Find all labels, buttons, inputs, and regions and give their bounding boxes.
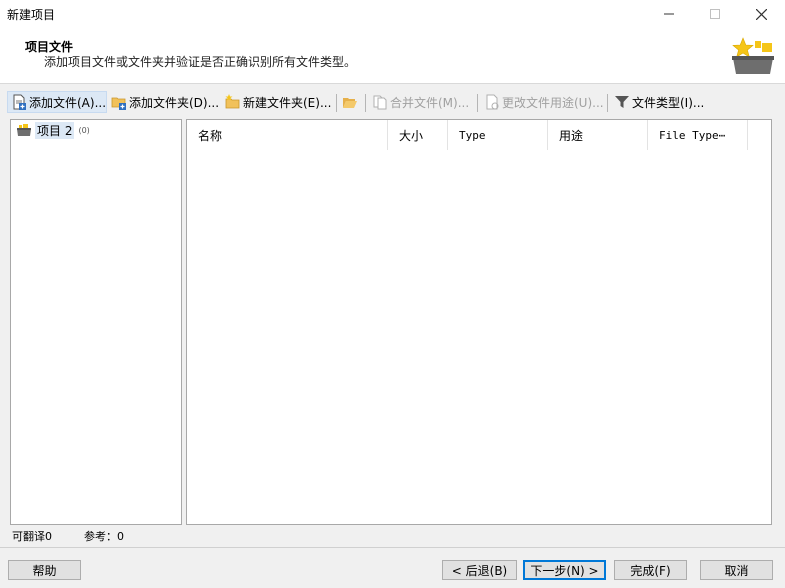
cancel-button[interactable]: 取消: [700, 560, 773, 580]
finish-button[interactable]: 完成(F): [614, 560, 687, 580]
file-types-button[interactable]: 文件类型(I)...: [614, 91, 704, 113]
new-folder-label: 新建文件夹(E)...: [243, 95, 332, 110]
change-usage-icon: [486, 94, 499, 110]
open-folder-button[interactable]: [342, 91, 360, 113]
merge-files-label: 合并文件(M)...: [390, 95, 470, 110]
help-button[interactable]: 帮助: [8, 560, 81, 580]
project-file-count: (0): [78, 125, 90, 135]
add-folder-label: 添加文件夹(D)...: [129, 95, 220, 110]
add-folder-icon: [111, 97, 126, 110]
column-header-size[interactable]: 大小: [388, 120, 448, 150]
new-folder-button[interactable]: 新建文件夹(E)...: [225, 91, 331, 113]
minimize-button[interactable]: [646, 0, 692, 28]
add-file-label: 添加文件(A)...: [29, 95, 107, 110]
minimize-icon: [664, 13, 674, 15]
project-tree[interactable]: 项目 2 (0): [10, 119, 182, 525]
new-folder-icon: [225, 94, 240, 109]
toolbar-separator: [365, 94, 366, 112]
toolbar-separator: [607, 94, 608, 112]
close-icon: [755, 8, 767, 20]
add-file-button[interactable]: 添加文件(A)...: [7, 91, 107, 113]
add-folder-button[interactable]: 添加文件夹(D)...: [111, 91, 219, 113]
change-usage-label: 更改文件用途(U)...: [502, 95, 604, 110]
column-header-usage[interactable]: 用途: [548, 120, 648, 150]
maximize-button[interactable]: [692, 0, 738, 28]
translatable-count: 可翻译0: [12, 530, 52, 543]
project-box-icon: [17, 124, 31, 136]
close-button[interactable]: [738, 0, 784, 28]
footer-divider: [0, 547, 785, 548]
file-list[interactable]: 名称 大小 Type 用途 File Type⋯: [186, 119, 772, 525]
page-description: 添加项目文件或文件夹并验证是否正确识别所有文件类型。: [44, 55, 357, 69]
change-usage-button[interactable]: 更改文件用途(U)...: [484, 91, 604, 113]
back-button[interactable]: < 后退(B): [442, 560, 517, 580]
wizard-header: 项目文件 添加项目文件或文件夹并验证是否正确识别所有文件类型。: [0, 28, 785, 84]
reference-count: 参考：0: [84, 530, 124, 543]
title-bar: 新建项目: [0, 0, 785, 28]
star-box-icon: [732, 37, 774, 74]
merge-files-icon: [373, 95, 387, 110]
next-button[interactable]: 下一步(N) >: [523, 560, 606, 580]
column-header-name[interactable]: 名称: [187, 120, 388, 150]
file-types-label: 文件类型(I)...: [632, 95, 705, 110]
merge-files-button[interactable]: 合并文件(M)...: [372, 91, 469, 113]
column-header-type[interactable]: Type: [448, 120, 548, 150]
toolbar: 添加文件(A)... 添加文件夹(D)... 新建文件夹(E)... 合并文件(…: [0, 89, 785, 115]
project-name: 项目 2: [35, 121, 75, 139]
maximize-icon: [710, 9, 720, 19]
column-header-file-type[interactable]: File Type⋯: [648, 120, 748, 150]
open-folder-icon: [343, 98, 357, 108]
add-file-icon: [13, 94, 26, 110]
tree-item-project[interactable]: 项目 2 (0): [16, 121, 90, 139]
toolbar-separator: [477, 94, 478, 112]
window-title: 新建项目: [7, 8, 56, 22]
toolbar-separator: [336, 94, 337, 112]
filter-icon: [615, 96, 629, 108]
